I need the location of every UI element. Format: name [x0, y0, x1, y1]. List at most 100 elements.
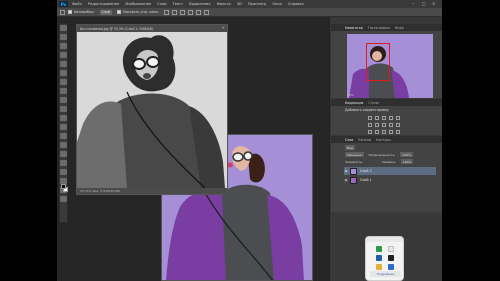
- visibility-eye-icon[interactable]: ◉: [344, 178, 348, 182]
- align-center-icon[interactable]: [195, 9, 201, 15]
- adjustment-icons-row-2: [331, 123, 442, 127]
- menu-type[interactable]: Текст: [173, 2, 184, 6]
- tab-navigator[interactable]: Навигатор: [345, 26, 363, 30]
- layer-row[interactable]: ◉ Слой 1: [344, 176, 436, 184]
- app-icon[interactable]: [376, 255, 382, 261]
- threshold-icon[interactable]: [382, 130, 386, 134]
- align-right-icon[interactable]: [203, 9, 209, 15]
- levels-icon[interactable]: [375, 116, 379, 120]
- visibility-eye-icon[interactable]: ◉: [344, 169, 348, 173]
- quick-select-tool-icon[interactable]: [60, 52, 67, 58]
- brush-tool-icon[interactable]: [60, 88, 67, 94]
- layer-filter-row: Вид: [331, 143, 442, 150]
- align-left-icon[interactable]: [187, 9, 193, 15]
- layer-name: Слой 1: [360, 178, 372, 182]
- document-tab[interactable]: Без-названия.jpg @ 33,3% (Слой 2, RGB/8#…: [77, 25, 227, 32]
- eyedropper-tool-icon[interactable]: [60, 70, 67, 76]
- brightness-icon[interactable]: [368, 116, 372, 120]
- layers-panel: Слои Каналы Контуры Вид Обычные Непрозра…: [331, 136, 442, 212]
- close-icon[interactable]: ×: [432, 1, 435, 6]
- blur-tool-icon[interactable]: [60, 133, 67, 139]
- hue-saturation-icon[interactable]: [368, 123, 372, 127]
- align-bottom-icon[interactable]: [179, 9, 185, 15]
- layer-lock-row: Закрепить: Заливка: 100%: [331, 157, 442, 164]
- bw-photo: [77, 32, 227, 188]
- layer-row-selected[interactable]: ◉ Слой 2: [344, 167, 436, 175]
- crop-tool-icon[interactable]: [60, 61, 67, 67]
- menu-file[interactable]: Файл: [72, 2, 82, 6]
- exposure-icon[interactable]: [389, 116, 393, 120]
- photo-filter-icon[interactable]: [389, 123, 393, 127]
- move-tool-icon[interactable]: [60, 9, 65, 15]
- navigator-view-box[interactable]: [366, 43, 390, 81]
- opacity-field[interactable]: 100%: [400, 152, 413, 157]
- menu-help[interactable]: Справка: [288, 2, 304, 6]
- gradient-map-icon[interactable]: [389, 130, 393, 134]
- layer-thumbnail: [350, 176, 357, 184]
- layer-thumbnail: [350, 167, 357, 175]
- path-select-tool-icon[interactable]: [60, 169, 67, 175]
- menu-select[interactable]: Выделение: [189, 2, 210, 6]
- marquee-tool-icon[interactable]: [60, 34, 67, 40]
- navigator-panel: Навигатор Гистограмма Инфо 33%: [331, 24, 442, 98]
- menu-filter[interactable]: Фильтр: [217, 2, 231, 6]
- pen-tool-icon[interactable]: [60, 151, 67, 157]
- align-top-icon[interactable]: [163, 9, 169, 15]
- blend-mode-select[interactable]: Обычные: [345, 152, 364, 157]
- tab-layers[interactable]: Слои: [345, 138, 353, 142]
- invert-icon[interactable]: [368, 130, 372, 134]
- document-window-bw[interactable]: Без-названия.jpg @ 33,3% (Слой 2, RGB/8#…: [76, 24, 228, 195]
- gradient-tool-icon[interactable]: [60, 124, 67, 130]
- phone-more-button[interactable]: Подробнее: [370, 271, 401, 277]
- menu-layers[interactable]: Слои: [157, 2, 166, 6]
- eraser-tool-icon[interactable]: [60, 115, 67, 121]
- menu-bar: Ps Файл Редактирование Изображение Слои …: [57, 0, 442, 8]
- lasso-tool-icon[interactable]: [60, 43, 67, 49]
- posterize-icon[interactable]: [375, 130, 379, 134]
- layer-kind-select[interactable]: Вид: [345, 145, 356, 150]
- app-icon[interactable]: [376, 264, 382, 270]
- black-white-icon[interactable]: [382, 123, 386, 127]
- menu-edit[interactable]: Редактирование: [88, 2, 119, 6]
- minimize-icon[interactable]: –: [412, 1, 414, 6]
- dodge-tool-icon[interactable]: [60, 142, 67, 148]
- tab-channels[interactable]: Каналы: [358, 138, 371, 142]
- autoselect-checkbox[interactable]: [68, 10, 72, 14]
- tab-adjustments[interactable]: Коррекция: [345, 101, 363, 105]
- transform-controls-checkbox[interactable]: [116, 10, 121, 14]
- app-icon[interactable]: [376, 246, 382, 252]
- app-icon[interactable]: [388, 246, 394, 252]
- curves-icon[interactable]: [382, 116, 386, 120]
- autoselect-select[interactable]: Слой: [99, 9, 112, 15]
- healing-tool-icon[interactable]: [60, 79, 67, 85]
- zoom-tool-icon[interactable]: [60, 196, 67, 202]
- channel-mixer-icon[interactable]: [396, 123, 400, 127]
- navigator-zoom[interactable]: 33%: [347, 93, 354, 97]
- tab-styles[interactable]: Стили: [368, 101, 378, 105]
- move-tool-icon[interactable]: [60, 25, 67, 31]
- menu-image[interactable]: Изображение: [125, 2, 151, 6]
- tab-histogram[interactable]: Гистограмма: [368, 26, 390, 30]
- type-tool-icon[interactable]: [60, 160, 67, 166]
- layer-name: Слой 2: [360, 169, 372, 173]
- history-brush-tool-icon[interactable]: [60, 106, 67, 112]
- app-icon[interactable]: [388, 264, 394, 270]
- align-middle-icon[interactable]: [171, 9, 177, 15]
- menu-view[interactable]: Просмотр: [248, 2, 266, 6]
- adjustments-tabs: Коррекция Стили: [331, 99, 442, 106]
- selective-color-icon[interactable]: [396, 130, 400, 134]
- vibrance-icon[interactable]: [396, 116, 400, 120]
- menu-3d[interactable]: 3D: [237, 2, 242, 6]
- tab-info[interactable]: Инфо: [395, 26, 404, 30]
- fill-field[interactable]: 100%: [400, 159, 414, 164]
- maximize-icon[interactable]: □: [422, 1, 426, 6]
- lock-label: Закрепить:: [345, 159, 363, 164]
- menu-window[interactable]: Окно: [272, 2, 282, 6]
- close-icon[interactable]: ×: [222, 25, 225, 30]
- color-balance-icon[interactable]: [375, 123, 379, 127]
- stamp-tool-icon[interactable]: [60, 97, 67, 103]
- tab-paths[interactable]: Контуры: [376, 138, 391, 142]
- app-icon[interactable]: [388, 255, 394, 261]
- navigator-thumbnail[interactable]: [347, 34, 433, 98]
- foreground-color-swatch[interactable]: [61, 184, 66, 189]
